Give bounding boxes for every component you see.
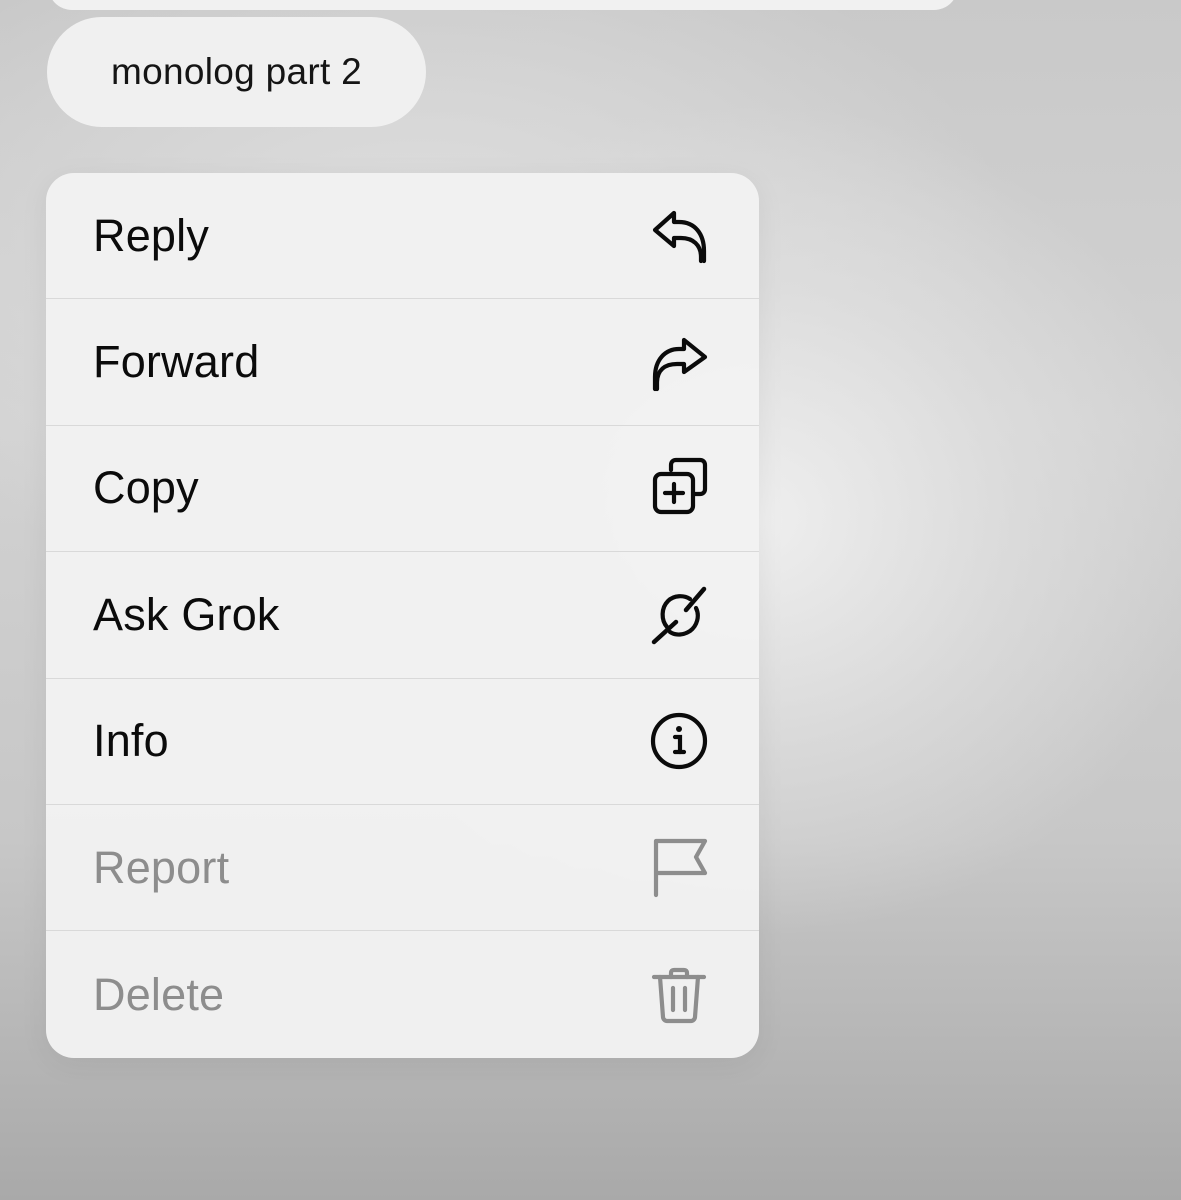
menu-item-label: Reply (93, 209, 210, 261)
menu-item-label: Report (93, 841, 230, 893)
menu-item-label: Info (93, 715, 169, 767)
context-menu: Reply Forward Copy Ask Grok Info Report … (46, 173, 759, 1058)
menu-item-copy[interactable]: Copy (46, 426, 759, 553)
menu-item-forward[interactable]: Forward (46, 299, 759, 426)
flag-icon (644, 833, 714, 903)
previous-message-bubble (48, 0, 958, 10)
message-bubble: monolog part 2 (47, 17, 426, 127)
trash-icon (644, 960, 714, 1030)
reply-icon (644, 201, 714, 271)
menu-item-info[interactable]: Info (46, 679, 759, 805)
message-text: monolog part 2 (110, 51, 363, 92)
menu-item-label: Copy (93, 462, 199, 514)
menu-item-reply[interactable]: Reply (46, 173, 759, 300)
forward-icon (644, 327, 714, 397)
menu-item-label: Forward (93, 336, 260, 388)
menu-item-ask-grok[interactable]: Ask Grok (46, 552, 759, 679)
menu-item-delete[interactable]: Delete (46, 931, 759, 1057)
menu-item-report[interactable]: Report (46, 805, 759, 932)
menu-item-label: Ask Grok (93, 588, 280, 640)
info-icon (644, 706, 714, 776)
grok-icon (644, 580, 714, 650)
copy-icon (644, 453, 714, 523)
menu-item-label: Delete (93, 968, 225, 1020)
